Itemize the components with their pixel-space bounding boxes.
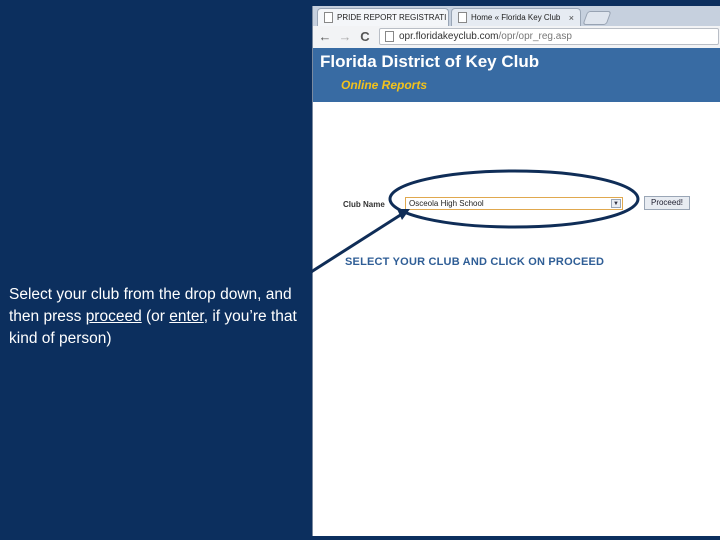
browser-toolbar: ← → C opr.floridakeyclub.com /opr/opr_re… — [313, 26, 720, 49]
page-icon — [458, 12, 467, 23]
club-name-label: Club Name — [343, 200, 385, 209]
instruction-text: SELECT YOUR CLUB AND CLICK ON PROCEED — [345, 256, 605, 268]
tab-title: Home « Florida Key Club — [471, 13, 561, 22]
slide-caption: Select your club from the drop down, and… — [9, 284, 309, 350]
tab-pride-report[interactable]: PRIDE REPORT REGISTRATI × — [317, 8, 449, 26]
tab-home-key-club[interactable]: Home « Florida Key Club × — [451, 8, 581, 26]
close-icon[interactable]: × — [569, 13, 574, 23]
site-title: Florida District of Key Club — [320, 52, 540, 71]
page-info-icon — [385, 31, 394, 42]
tab-title: PRIDE REPORT REGISTRATI — [337, 13, 447, 22]
proceed-button[interactable]: Proceed! — [644, 196, 690, 210]
caption-enter: enter — [169, 308, 204, 325]
new-tab-button[interactable] — [582, 11, 612, 25]
browser-window: PRIDE REPORT REGISTRATI × Home « Florida… — [312, 6, 720, 536]
reload-icon[interactable]: C — [357, 29, 373, 45]
club-select-value: Osceola High School — [409, 199, 484, 208]
page-content: Club Name Osceola High School ▼ Proceed!… — [313, 102, 720, 536]
back-arrow-icon[interactable]: ← — [317, 29, 333, 45]
club-select[interactable]: Osceola High School ▼ — [405, 197, 623, 210]
chevron-down-icon[interactable]: ▼ — [611, 199, 621, 208]
url-path: /opr/opr_reg.asp — [498, 31, 572, 42]
page-icon — [324, 12, 333, 23]
tab-strip: PRIDE REPORT REGISTRATI × Home « Florida… — [313, 6, 720, 26]
caption-part2: (or — [141, 308, 170, 325]
address-bar[interactable]: opr.floridakeyclub.com /opr/opr_reg.asp — [379, 28, 719, 45]
caption-proceed: proceed — [85, 308, 142, 325]
site-header: Florida District of Key Club Online Repo… — [313, 48, 720, 102]
site-subtitle: Online Reports — [341, 78, 428, 92]
forward-arrow-icon[interactable]: → — [337, 29, 353, 45]
url-host: opr.floridakeyclub.com — [399, 31, 499, 42]
